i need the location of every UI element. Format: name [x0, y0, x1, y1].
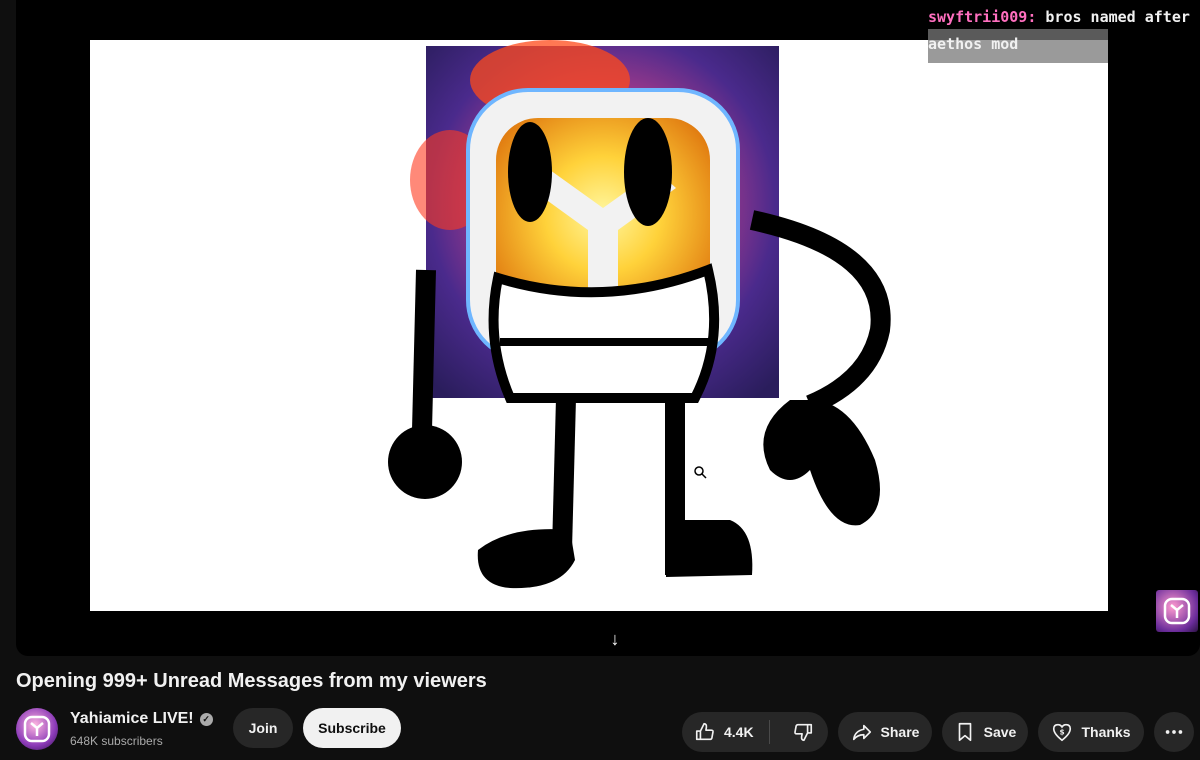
- watermark-logo-icon: [1163, 597, 1191, 625]
- channel-logo-icon: [23, 715, 51, 743]
- channel-watermark[interactable]: [1156, 590, 1198, 632]
- thumbs-down-icon: [794, 723, 813, 742]
- mouth: [488, 263, 720, 403]
- join-button[interactable]: Join: [233, 708, 293, 748]
- left-leg: [552, 397, 576, 551]
- right-hand: [763, 400, 880, 526]
- video-title: Opening 999+ Unread Messages from my vie…: [16, 670, 487, 692]
- left-foot: [477, 529, 575, 589]
- thumbs-up-icon: [695, 722, 714, 741]
- left-hand: [388, 425, 462, 499]
- thanks-button[interactable]: $ Thanks: [1038, 712, 1144, 752]
- chat-username: swyftrii009: [928, 8, 1028, 26]
- right-foot: [666, 520, 753, 577]
- bookmark-icon: [958, 722, 971, 742]
- heart-dollar-icon: $: [1053, 723, 1072, 742]
- more-actions-button[interactable]: [1154, 712, 1194, 752]
- subscribe-button[interactable]: Subscribe: [303, 708, 401, 748]
- stick-figure-drawing: [388, 40, 891, 589]
- subscriber-count: 648K subscribers: [70, 734, 163, 748]
- channel-avatar[interactable]: [16, 708, 58, 750]
- like-button[interactable]: 4.4K: [682, 712, 761, 752]
- video-player[interactable]: swyftrii009: bros named after aethos mod…: [16, 0, 1200, 656]
- left-arm: [412, 269, 436, 431]
- dislike-button[interactable]: [778, 712, 828, 752]
- svg-text:$: $: [1060, 727, 1065, 736]
- chat-overlay: swyftrii009: bros named after aethos mod: [928, 0, 1200, 64]
- owner-row: Yahiamice LIVE! ✓ 648K subscribers Join …: [16, 706, 1200, 754]
- like-count: 4.4K: [724, 724, 754, 740]
- arrow-down-icon[interactable]: ↓: [604, 628, 626, 650]
- right-eye: [624, 118, 672, 226]
- share-button[interactable]: Share: [838, 712, 932, 752]
- left-eye: [508, 122, 552, 222]
- save-button[interactable]: Save: [942, 712, 1028, 752]
- channel-name[interactable]: Yahiamice LIVE! ✓: [70, 710, 213, 728]
- like-dislike-group: 4.4K: [682, 712, 828, 752]
- video-frame: [90, 40, 1108, 611]
- more-horizontal-icon: [1165, 730, 1183, 734]
- check-circle-icon: ✓: [199, 712, 213, 726]
- zoom-cursor-icon: [694, 466, 707, 479]
- share-arrow-icon: [852, 724, 871, 741]
